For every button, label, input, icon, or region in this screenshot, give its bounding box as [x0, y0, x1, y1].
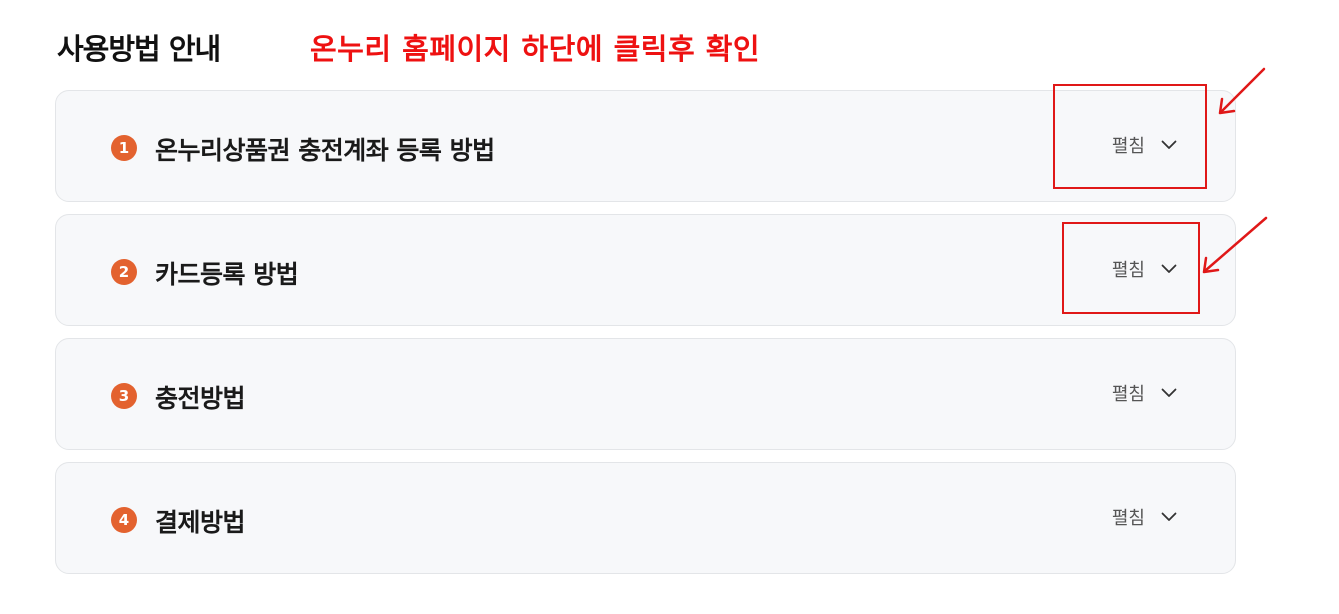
expand-toggle-button[interactable]: 펼침	[1112, 380, 1177, 406]
step-number-badge: 1	[111, 135, 137, 161]
expand-toggle-label: 펼침	[1111, 136, 1145, 157]
step-number-badge: 3	[111, 383, 137, 409]
accordion-item-title: 결제방법	[155, 508, 246, 537]
step-number-badge: 4	[111, 507, 137, 533]
accordion-item-payment[interactable]: 4 결제방법 펼침	[55, 462, 1236, 574]
expand-toggle-button[interactable]: 펼침	[1112, 504, 1177, 530]
accordion-item-title: 온누리상품권 충전계좌 등록 방법	[155, 136, 495, 165]
accordion-item-title: 충전방법	[155, 384, 246, 413]
accordion-item-title: 카드등록 방법	[155, 260, 299, 289]
expand-toggle-label: 펼침	[1111, 260, 1145, 281]
expand-toggle-button[interactable]: 펼침	[1112, 132, 1177, 158]
chevron-down-icon	[1161, 512, 1177, 522]
usage-guide-accordion: 1 온누리상품권 충전계좌 등록 방법 펼침 2 카드등록 방법 펼침 3 충전…	[55, 90, 1236, 586]
step-number-badge: 2	[111, 259, 137, 285]
accordion-item-card-registration[interactable]: 2 카드등록 방법 펼침	[55, 214, 1236, 326]
expand-toggle-label: 펼침	[1111, 384, 1145, 405]
page-title: 사용방법 안내	[57, 32, 221, 66]
chevron-down-icon	[1161, 140, 1177, 150]
accordion-item-charging[interactable]: 3 충전방법 펼침	[55, 338, 1236, 450]
accordion-item-register-account[interactable]: 1 온누리상품권 충전계좌 등록 방법 펼침	[55, 90, 1236, 202]
expand-toggle-label: 펼침	[1111, 508, 1145, 529]
expand-toggle-button[interactable]: 펼침	[1112, 256, 1177, 282]
chevron-down-icon	[1161, 264, 1177, 274]
annotation-text: 온누리 홈페이지 하단에 클릭후 확인	[310, 32, 761, 66]
chevron-down-icon	[1161, 388, 1177, 398]
